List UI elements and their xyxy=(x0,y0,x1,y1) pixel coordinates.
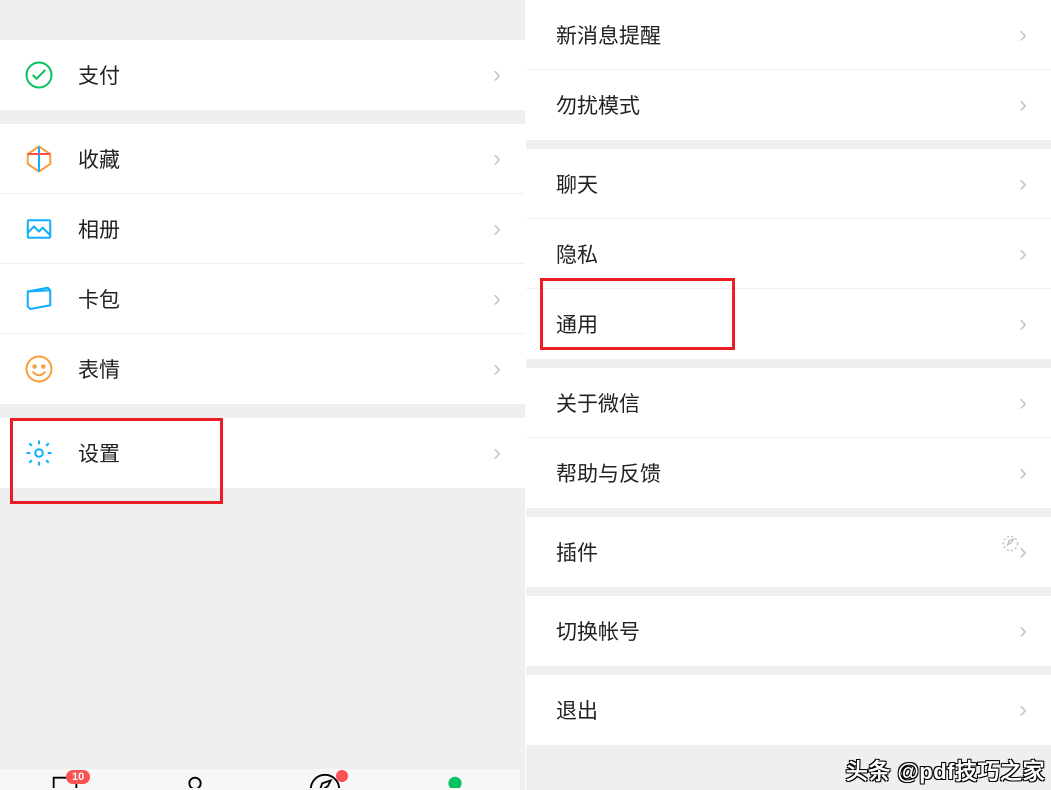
dnd-row[interactable]: 勿扰模式 › xyxy=(526,70,1051,140)
photos-row[interactable]: 相册 › xyxy=(0,194,525,264)
chat-row[interactable]: 聊天 › xyxy=(526,149,1051,219)
nav-contacts[interactable] xyxy=(178,772,212,788)
settings-label: 设置 xyxy=(78,438,493,468)
cards-row[interactable]: 卡包 › xyxy=(0,264,525,334)
chevron-right-icon: › xyxy=(493,145,501,173)
right-panel: 新消息提醒 › 勿扰模式 › 聊天 › 隐私 › 通用 › 关于微信 › 帮助与… xyxy=(526,0,1051,790)
help-row[interactable]: 帮助与反馈 › xyxy=(526,438,1051,508)
favorites-icon xyxy=(24,144,54,174)
favorites-row[interactable]: 收藏 › xyxy=(0,124,525,194)
logout-row[interactable]: 退出 › xyxy=(526,675,1051,745)
switch-account-row[interactable]: 切换帐号 › xyxy=(526,596,1051,666)
nav-me[interactable] xyxy=(438,772,472,788)
general-row[interactable]: 通用 › xyxy=(526,289,1051,359)
chevron-right-icon: › xyxy=(493,285,501,313)
chevron-right-icon: › xyxy=(1019,389,1027,417)
cards-label: 卡包 xyxy=(78,284,493,314)
dnd-label: 勿扰模式 xyxy=(556,90,1019,120)
pay-row[interactable]: 支付 › xyxy=(0,40,525,110)
new-message-label: 新消息提醒 xyxy=(556,20,1019,50)
help-label: 帮助与反馈 xyxy=(556,458,1019,488)
chevron-right-icon: › xyxy=(1019,617,1027,645)
photos-icon xyxy=(24,214,54,244)
chevron-right-icon: › xyxy=(1019,240,1027,268)
general-label: 通用 xyxy=(556,309,1019,339)
settings-icon xyxy=(24,438,54,468)
nav-badge: 10 xyxy=(66,770,90,784)
chevron-right-icon: › xyxy=(493,61,501,89)
privacy-row[interactable]: 隐私 › xyxy=(526,219,1051,289)
plugins-row[interactable]: 插件 › xyxy=(526,517,1051,587)
bottom-nav: 10 xyxy=(0,768,520,790)
stickers-row[interactable]: 表情 › xyxy=(0,334,525,404)
left-panel: 支付 › 收藏 › 相册 › 卡包 › xyxy=(0,0,526,790)
chevron-right-icon: › xyxy=(1019,459,1027,487)
favorites-label: 收藏 xyxy=(78,144,493,174)
privacy-label: 隐私 xyxy=(556,239,1019,269)
settings-row[interactable]: 设置 › xyxy=(0,418,525,488)
chevron-right-icon: › xyxy=(1019,21,1027,49)
chevron-right-icon: › xyxy=(1019,310,1027,338)
switch-account-label: 切换帐号 xyxy=(556,616,1019,646)
pay-icon xyxy=(24,60,54,90)
stickers-icon xyxy=(24,354,54,384)
pay-label: 支付 xyxy=(78,60,493,90)
nav-discover[interactable] xyxy=(308,772,342,788)
cards-icon xyxy=(24,284,54,314)
stickers-label: 表情 xyxy=(78,354,493,384)
chevron-right-icon: › xyxy=(1019,91,1027,119)
nav-dot xyxy=(336,770,348,782)
chevron-right-icon: › xyxy=(1019,170,1027,198)
new-message-row[interactable]: 新消息提醒 › xyxy=(526,0,1051,70)
plugins-label: 插件 xyxy=(556,537,996,567)
chat-label: 聊天 xyxy=(556,169,1019,199)
chevron-right-icon: › xyxy=(1019,696,1027,724)
chevron-right-icon: › xyxy=(1019,538,1027,566)
nav-chat[interactable]: 10 xyxy=(48,772,82,788)
about-label: 关于微信 xyxy=(556,388,1019,418)
photos-label: 相册 xyxy=(78,214,493,244)
compass-icon xyxy=(1002,535,1019,557)
chevron-right-icon: › xyxy=(493,355,501,383)
watermark: 头条 @pdf技巧之家 xyxy=(846,754,1045,786)
logout-label: 退出 xyxy=(556,695,1019,725)
about-row[interactable]: 关于微信 › xyxy=(526,368,1051,438)
chevron-right-icon: › xyxy=(493,215,501,243)
chevron-right-icon: › xyxy=(493,439,501,467)
